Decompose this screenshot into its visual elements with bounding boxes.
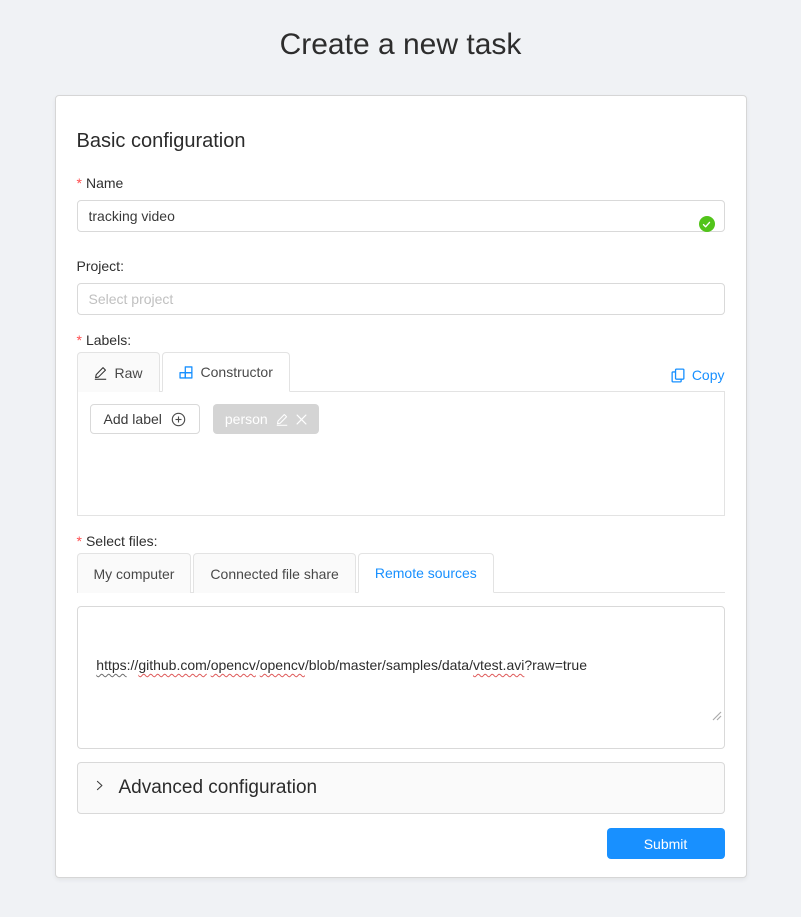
check-circle-icon bbox=[699, 216, 715, 232]
copy-button[interactable]: Copy bbox=[671, 367, 725, 383]
name-input[interactable] bbox=[77, 200, 725, 232]
basic-configuration-heading: Basic configuration bbox=[77, 128, 725, 154]
name-input-wrap bbox=[77, 200, 725, 232]
required-marker: * bbox=[77, 332, 82, 348]
name-field-label: *Name bbox=[77, 174, 725, 192]
submit-button[interactable]: Submit bbox=[607, 828, 725, 859]
project-select-input[interactable] bbox=[77, 283, 725, 315]
remote-urls-textarea[interactable]: https://github.com/opencv/opencv/blob/ma… bbox=[77, 606, 725, 749]
tab-connected-file-share[interactable]: Connected file share bbox=[193, 553, 355, 593]
name-label-text: Name bbox=[86, 175, 123, 191]
add-label-button[interactable]: Add label bbox=[90, 404, 200, 434]
files-label-text: Select files: bbox=[86, 533, 158, 549]
labels-field-label: *Labels: bbox=[77, 331, 725, 349]
tab-remote-sources[interactable]: Remote sources bbox=[358, 553, 494, 593]
label-tag-name: person bbox=[225, 411, 268, 427]
advanced-configuration-label: Advanced configuration bbox=[119, 777, 318, 799]
resize-grip-icon[interactable] bbox=[688, 686, 721, 746]
tab-raw-label: Raw bbox=[115, 365, 143, 381]
tab-my-computer-label: My computer bbox=[94, 566, 175, 582]
label-tag-person[interactable]: person bbox=[213, 404, 319, 434]
labels-label-text: Labels: bbox=[86, 332, 131, 348]
files-tabbar: My computer Connected file share Remote … bbox=[77, 553, 725, 593]
copy-icon bbox=[671, 368, 685, 383]
tab-raw[interactable]: Raw bbox=[77, 352, 160, 392]
advanced-configuration-toggle[interactable]: Advanced configuration bbox=[77, 762, 725, 814]
files-field-label: *Select files: bbox=[77, 532, 725, 550]
tab-remote-sources-label: Remote sources bbox=[375, 565, 477, 581]
copy-button-label: Copy bbox=[692, 367, 725, 383]
add-label-button-label: Add label bbox=[104, 411, 162, 427]
labels-tabbar: Raw Constructor Copy bbox=[77, 352, 725, 392]
submit-row: Submit bbox=[77, 828, 725, 859]
labels-constructor-panel: Add label person bbox=[77, 392, 725, 516]
build-icon bbox=[179, 365, 193, 379]
create-task-card: Basic configuration *Name Project: *Labe… bbox=[55, 95, 747, 878]
tab-constructor-label: Constructor bbox=[201, 364, 273, 380]
chevron-right-icon bbox=[94, 780, 105, 791]
plus-circle-icon bbox=[171, 412, 186, 427]
project-label-text: Project: bbox=[77, 258, 124, 274]
tab-constructor[interactable]: Constructor bbox=[162, 352, 290, 392]
close-icon[interactable] bbox=[296, 414, 307, 425]
tab-my-computer[interactable]: My computer bbox=[77, 553, 192, 593]
required-marker: * bbox=[77, 533, 82, 549]
page-title: Create a new task bbox=[0, 0, 801, 63]
tab-connected-file-share-label: Connected file share bbox=[210, 566, 338, 582]
edit-icon[interactable] bbox=[276, 413, 288, 426]
edit-icon bbox=[94, 366, 107, 380]
project-field-label: Project: bbox=[77, 257, 725, 275]
required-marker: * bbox=[77, 175, 82, 191]
